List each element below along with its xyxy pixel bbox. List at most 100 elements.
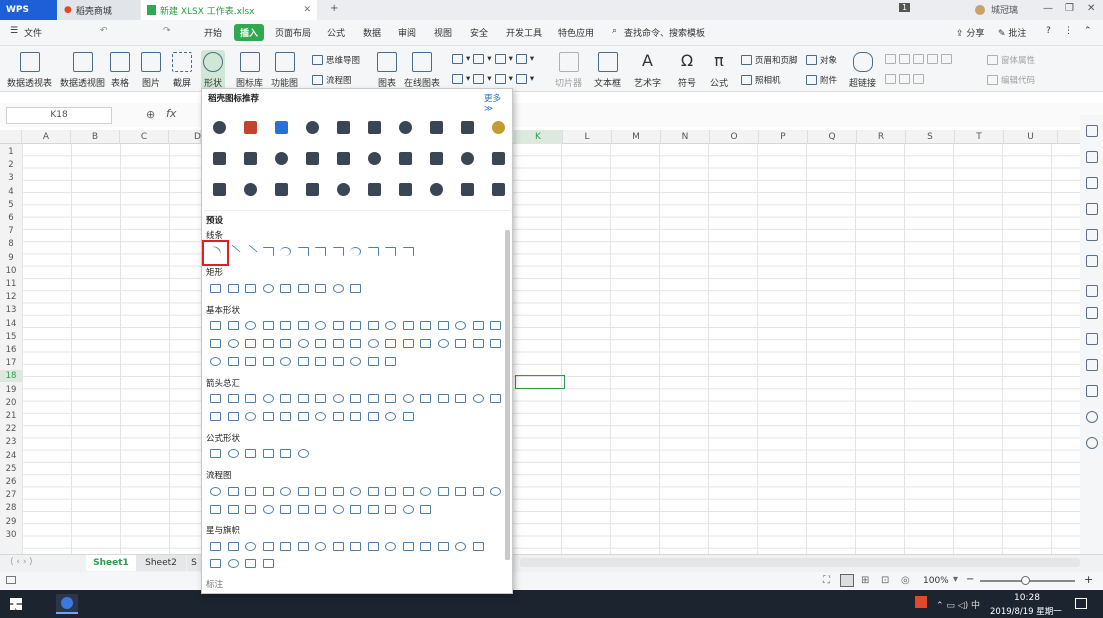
preset-shape[interactable] <box>245 487 256 496</box>
undo-icon[interactable]: ↶ <box>100 26 108 36</box>
zoom-in-icon[interactable]: + <box>1084 573 1093 586</box>
column-header[interactable]: N <box>661 130 710 144</box>
preset-shape[interactable] <box>350 412 361 421</box>
sheet-tab[interactable]: S <box>187 555 201 571</box>
menu-page-layout[interactable]: 页面布局 <box>275 26 311 39</box>
camera-button[interactable]: 照相机 <box>741 74 781 86</box>
preset-shape[interactable] <box>350 247 361 256</box>
preset-shape[interactable] <box>262 559 274 568</box>
hamburger-icon[interactable]: ☰ <box>10 26 18 36</box>
preset-shape[interactable] <box>455 394 466 403</box>
preset-shape[interactable] <box>385 321 396 330</box>
column-header[interactable]: U <box>1004 130 1058 144</box>
preset-shape[interactable] <box>245 542 256 551</box>
row-header[interactable]: 15 <box>0 331 22 343</box>
preset-shape[interactable] <box>297 412 309 421</box>
preset-shape[interactable] <box>262 412 274 421</box>
row-header[interactable]: 11 <box>0 278 22 290</box>
document-tab[interactable]: 新建 XLSX 工作表.xlsx ✕ <box>141 0 317 20</box>
share-button[interactable]: ⇪ 分享 <box>956 26 984 39</box>
preset-shape[interactable] <box>245 394 256 403</box>
column-chart-dropdown[interactable]: ▾ ▾ ▾ ▾ <box>452 54 534 64</box>
preset-shape[interactable] <box>437 542 449 551</box>
notification-icon[interactable] <box>1075 598 1087 609</box>
eye-protect-icon[interactable]: ◎ <box>901 575 910 586</box>
wordart-button[interactable]: A 艺术字 <box>634 52 661 90</box>
row-header[interactable]: 20 <box>0 397 22 409</box>
preset-shape[interactable] <box>262 449 274 458</box>
more-icon[interactable]: ⋮ <box>1064 26 1073 36</box>
row-header[interactable]: 12 <box>0 291 22 303</box>
preset-shape[interactable] <box>280 321 291 330</box>
preset-shape[interactable] <box>210 412 221 421</box>
row-header[interactable]: 17 <box>0 357 22 369</box>
row-header[interactable]: 19 <box>0 384 22 396</box>
preset-shape[interactable] <box>315 247 326 256</box>
recommended-icon[interactable] <box>337 121 350 134</box>
symbol-button[interactable]: Ω 符号 <box>677 52 697 90</box>
preset-shape[interactable] <box>367 357 379 366</box>
recommended-icon[interactable] <box>492 183 505 196</box>
preset-shape[interactable] <box>455 339 466 348</box>
recommended-icon[interactable] <box>368 152 381 165</box>
row-header[interactable]: 2 <box>0 159 22 171</box>
preset-shape[interactable] <box>367 542 379 551</box>
column-header[interactable]: S <box>906 130 955 144</box>
transform-icon[interactable] <box>1086 255 1098 267</box>
line-chart-dropdown[interactable]: ▾ ▾ ▾ ▾ <box>452 74 534 84</box>
preset-shape[interactable] <box>315 412 326 421</box>
zoom-out-icon[interactable]: − <box>966 574 974 585</box>
zoom-slider-handle[interactable] <box>1021 576 1030 585</box>
preset-shape[interactable] <box>402 412 414 421</box>
preset-shape[interactable] <box>332 394 344 403</box>
preset-shape[interactable] <box>332 357 344 366</box>
preset-shape[interactable] <box>297 339 309 348</box>
preset-shape[interactable] <box>385 357 396 366</box>
preset-shape[interactable] <box>385 339 396 348</box>
zoom-menu-icon[interactable]: ▾ <box>953 574 958 585</box>
preset-shape[interactable] <box>420 321 431 330</box>
column-header-active[interactable]: K <box>514 130 563 144</box>
preset-shape[interactable] <box>455 542 466 551</box>
preset-shape[interactable] <box>385 247 396 256</box>
preset-shape[interactable] <box>332 321 344 330</box>
table-style-icon[interactable] <box>1086 203 1098 215</box>
preset-shape[interactable] <box>245 339 256 348</box>
name-box[interactable]: K18 <box>6 107 112 124</box>
preset-shape[interactable] <box>227 394 239 403</box>
page-break-icon[interactable]: ⊞ <box>861 575 869 586</box>
table-button[interactable]: 表格 <box>110 52 130 89</box>
row-header[interactable]: 28 <box>0 502 22 514</box>
docer-store-tab[interactable]: ● 稻壳商城 <box>58 0 140 20</box>
line-shape-highlight[interactable] <box>202 240 229 266</box>
dropdown-scrollbar[interactable] <box>505 230 510 560</box>
column-header[interactable]: P <box>759 130 808 144</box>
image-icon[interactable] <box>1086 359 1098 371</box>
sheet-tab-active[interactable]: Sheet1 <box>86 555 136 571</box>
preset-shape[interactable] <box>227 321 239 330</box>
recommended-icon[interactable] <box>337 183 350 196</box>
preset-shape[interactable] <box>490 487 501 496</box>
preset-shape[interactable] <box>472 487 484 496</box>
preset-shape[interactable] <box>210 487 221 496</box>
picture-button[interactable]: 图片 <box>141 52 161 89</box>
menu-view[interactable]: 视图 <box>434 26 452 39</box>
preset-shape[interactable] <box>420 487 431 496</box>
preset-shape[interactable] <box>490 394 501 403</box>
icon-library-button[interactable]: 图标库 <box>236 52 263 89</box>
preset-shape[interactable] <box>437 321 449 330</box>
preset-shape[interactable] <box>385 487 396 496</box>
preset-shape[interactable] <box>297 321 309 330</box>
column-header[interactable]: R <box>857 130 906 144</box>
preset-shape[interactable] <box>350 487 361 496</box>
menu-insert[interactable]: 插入 <box>234 24 265 41</box>
preset-shape[interactable] <box>262 284 274 293</box>
preset-shape[interactable] <box>210 284 221 293</box>
pivot-chart-button[interactable]: 数据透视图 <box>60 52 105 89</box>
preset-shape[interactable] <box>262 394 274 403</box>
preset-shape[interactable] <box>367 339 379 348</box>
avatar[interactable] <box>975 5 985 15</box>
preset-shape[interactable] <box>227 559 239 568</box>
preset-shape[interactable] <box>332 284 344 293</box>
recommended-icon[interactable] <box>399 121 412 134</box>
